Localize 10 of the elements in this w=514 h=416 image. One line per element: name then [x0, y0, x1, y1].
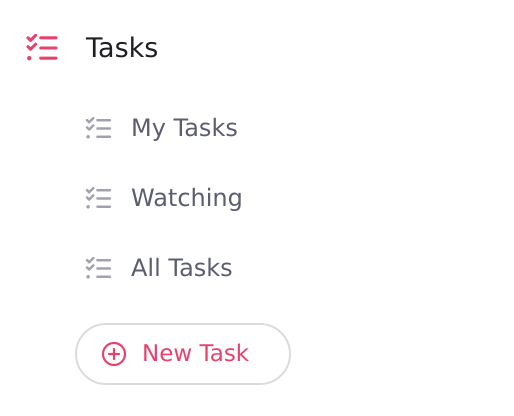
plus-circle-icon	[101, 341, 127, 367]
checklist-icon	[25, 34, 59, 62]
nav-item[interactable]: All Tasks	[85, 233, 233, 303]
checklist-icon	[85, 186, 112, 210]
nav-item[interactable]: My Tasks	[85, 93, 238, 163]
checklist-icon	[85, 116, 112, 140]
new-task-button[interactable]: New Task	[75, 323, 291, 385]
nav-item[interactable]: Watching	[85, 163, 243, 233]
section-title: Tasks	[86, 32, 158, 64]
checklist-icon	[85, 256, 112, 280]
